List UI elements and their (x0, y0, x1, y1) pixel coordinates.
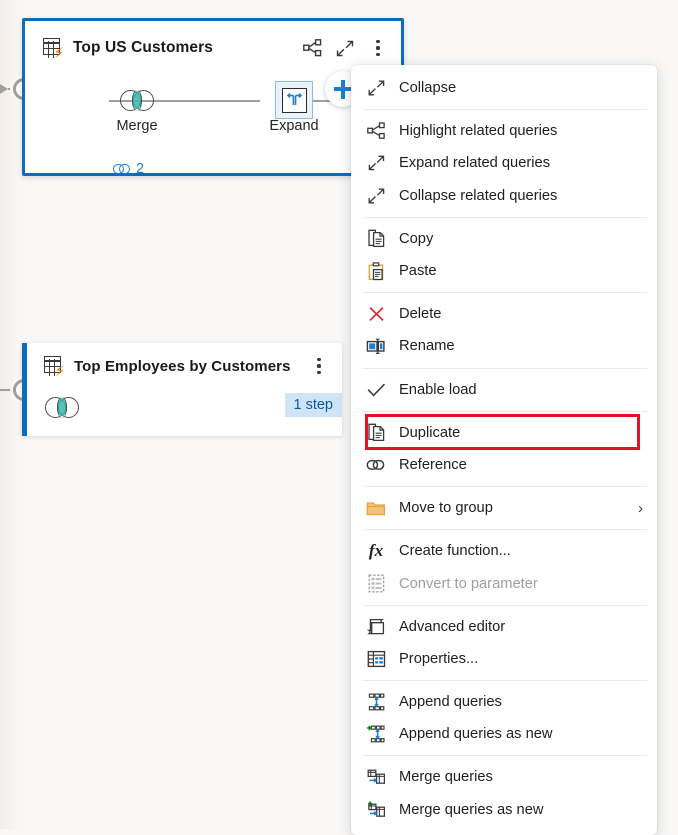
menu-item-append-queries-as-new[interactable]: Append queries as new (351, 718, 657, 750)
reference-count: 2 (113, 161, 144, 177)
menu-item-label: Advanced editor (399, 619, 505, 635)
merge-step-label: Merge (116, 118, 157, 134)
menu-item-properties[interactable]: Properties... (351, 643, 657, 675)
menu-separator (363, 529, 647, 530)
menu-item-reference[interactable]: Reference (351, 449, 657, 481)
menu-item-copy[interactable]: Copy (351, 223, 657, 255)
card-header-actions (301, 37, 393, 59)
menu-item-advanced-editor[interactable]: Advanced editor (351, 611, 657, 643)
venn-merge-icon (100, 83, 174, 117)
menu-separator (363, 486, 647, 487)
highlight-related-queries-icon (361, 119, 391, 143)
menu-item-collapse-related-queries[interactable]: Collapse related queries (351, 180, 657, 212)
menu-item-label: Merge queries as new (399, 802, 544, 818)
copy-icon (361, 227, 391, 251)
incoming-arrow-card1 (0, 84, 8, 94)
delete-icon (361, 302, 391, 326)
fx-icon: fx (361, 539, 391, 563)
menu-item-merge-queries-as-new[interactable]: Merge queries as new (351, 794, 657, 826)
menu-item-label: Enable load (399, 382, 477, 398)
menu-item-rename[interactable]: Rename (351, 330, 657, 362)
menu-separator (363, 292, 647, 293)
table-lightning-icon: ⚡ (44, 356, 65, 376)
properties-icon (361, 647, 391, 671)
menu-item-append-queries[interactable]: Append queries (351, 686, 657, 718)
more-options-icon[interactable] (367, 37, 389, 59)
step-count-badge: 1 step (285, 393, 343, 417)
append-queries-icon (361, 690, 391, 714)
menu-item-label: Create function... (399, 543, 511, 559)
highlight-related-queries-icon[interactable] (301, 37, 323, 59)
reference-link-icon (361, 453, 391, 477)
menu-separator (363, 680, 647, 681)
merge-step[interactable] (44, 395, 80, 419)
menu-item-merge-queries[interactable]: Merge queries (351, 761, 657, 793)
menu-item-label: Merge queries (399, 769, 493, 785)
menu-item-expand-related-queries[interactable]: Expand related queries (351, 147, 657, 179)
merge-queries-as-new-icon (361, 798, 391, 822)
menu-item-convert-to-parameter: Convert to parameter (351, 567, 657, 599)
menu-separator (363, 109, 647, 110)
card-accent-bar (22, 343, 27, 436)
menu-item-label: Delete (399, 306, 441, 322)
parameter-icon (361, 572, 391, 596)
menu-item-collapse[interactable]: Collapse (351, 72, 657, 104)
link-icon (113, 162, 131, 176)
query-card-top-employees-by-customers[interactable]: ⚡ Top Employees by Customers 1 step (22, 343, 342, 436)
menu-item-label: Properties... (399, 651, 478, 667)
folder-icon (361, 496, 391, 520)
menu-item-label: Append queries (399, 694, 502, 710)
menu-item-move-to-group[interactable]: Move to group › (351, 492, 657, 524)
menu-item-label: Duplicate (399, 425, 460, 441)
expand-step-label: Expand (269, 118, 318, 134)
card-header: ⚡ Top US Customers (43, 33, 393, 63)
menu-item-label: Append queries as new (399, 726, 553, 742)
menu-separator (363, 605, 647, 606)
card-title: Top US Customers (73, 39, 213, 57)
menu-item-delete[interactable]: Delete (351, 298, 657, 330)
menu-separator (363, 411, 647, 412)
card-header: ⚡ Top Employees by Customers (44, 351, 334, 381)
menu-separator (363, 368, 647, 369)
menu-item-enable-load[interactable]: Enable load (351, 374, 657, 406)
menu-item-label: Reference (399, 457, 467, 473)
duplicate-icon (361, 421, 391, 445)
menu-item-duplicate[interactable]: Duplicate (351, 417, 657, 449)
reference-count-value: 2 (136, 161, 144, 177)
menu-item-highlight-related-queries[interactable]: Highlight related queries (351, 115, 657, 147)
card-header-actions (308, 355, 334, 377)
table-lightning-icon: ⚡ (43, 38, 64, 58)
menu-item-label: Collapse (399, 80, 456, 96)
expand-related-queries-icon (361, 151, 391, 175)
menu-item-label: Move to group (399, 500, 493, 516)
menu-item-label: Highlight related queries (399, 123, 557, 139)
advanced-editor-icon (361, 615, 391, 639)
menu-item-label: Paste (399, 263, 437, 279)
query-context-menu[interactable]: Collapse Highlight related queries Expand … (351, 65, 657, 835)
rename-icon (361, 334, 391, 358)
menu-separator (363, 755, 647, 756)
paste-icon (361, 259, 391, 283)
merge-queries-icon (361, 765, 391, 789)
menu-item-label: Rename (399, 338, 455, 354)
collapse-icon[interactable] (334, 37, 356, 59)
collapse-related-queries-icon (361, 184, 391, 208)
checkmark-icon (361, 378, 391, 402)
menu-item-label: Convert to parameter (399, 576, 538, 592)
more-options-icon[interactable] (308, 355, 330, 377)
venn-merge-icon (44, 395, 80, 419)
append-queries-as-new-icon (361, 722, 391, 746)
menu-item-create-function[interactable]: fx Create function... (351, 535, 657, 567)
menu-item-label: Copy (399, 231, 433, 247)
card-title: Top Employees by Customers (74, 358, 291, 375)
expand-step[interactable]: Expand (257, 83, 331, 135)
menu-item-label: Expand related queries (399, 155, 550, 171)
chevron-right-icon: › (638, 501, 643, 516)
expand-columns-icon (257, 83, 331, 117)
merge-step[interactable]: Merge (100, 83, 174, 135)
collapse-icon (361, 76, 391, 100)
menu-separator (363, 217, 647, 218)
menu-item-label: Collapse related queries (399, 188, 557, 204)
menu-item-paste[interactable]: Paste (351, 255, 657, 287)
